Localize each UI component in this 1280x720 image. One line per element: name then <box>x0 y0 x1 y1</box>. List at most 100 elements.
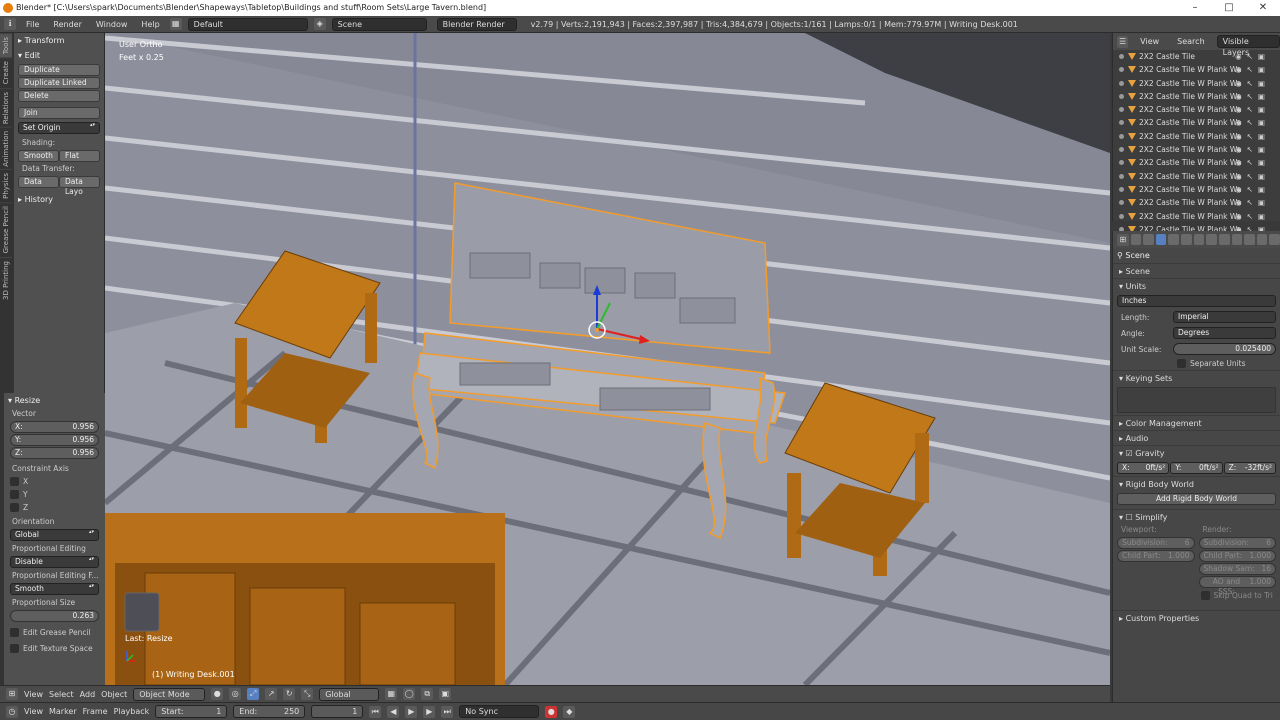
vector-z-field[interactable]: Z: 0.956 <box>10 447 99 459</box>
proportional-falloff-select[interactable]: Smooth <box>10 583 99 595</box>
data-layout-button[interactable]: Data Layo <box>59 176 100 196</box>
gravity-x-field[interactable]: X: 0ft/s² <box>1117 462 1170 474</box>
start-frame-field[interactable]: Start: 1 <box>155 705 228 718</box>
panel-rigid-body[interactable]: ▾ Rigid Body World <box>1113 476 1280 491</box>
proportional-size-field[interactable]: 0.263 <box>10 610 99 622</box>
panel-simplify[interactable]: ▾ ☐ Simplify <box>1113 509 1280 524</box>
panel-edit[interactable]: ▾ Edit <box>14 48 104 63</box>
texture-tab-icon[interactable] <box>1244 234 1255 245</box>
visibility-toggles-icon[interactable]: ◉↖▣ <box>1235 210 1270 223</box>
length-select[interactable]: Imperial <box>1173 311 1276 323</box>
timeline-menu-view[interactable]: View <box>24 707 43 716</box>
editor-type-icon[interactable]: ℹ <box>4 18 16 30</box>
layers-icon[interactable]: ▦ <box>385 688 398 700</box>
render-preview-icon[interactable]: ▣ <box>439 688 452 700</box>
particles-tab-icon[interactable] <box>1256 234 1268 245</box>
menu-object[interactable]: Object <box>101 690 127 699</box>
outliner-item[interactable]: 2X2 Castle Tile W Plank Wa ◉↖▣ <box>1113 143 1280 156</box>
visibility-toggles-icon[interactable]: ◉↖▣ <box>1235 90 1270 103</box>
timeline-menu-marker[interactable]: Marker <box>49 707 77 716</box>
record-icon[interactable]: ● <box>545 705 558 718</box>
panel-custom-properties[interactable]: ▸ Custom Properties <box>1113 610 1280 625</box>
editor-type-timeline-icon[interactable]: ◷ <box>6 705 18 718</box>
edit-texture-space-checkbox[interactable]: Edit Texture Space <box>4 642 105 655</box>
render-subdivision-field[interactable]: Subdivision: 6 <box>1198 537 1276 549</box>
panel-transform[interactable]: ▸ Transform <box>14 33 104 48</box>
transform-orientation-select[interactable]: Global <box>319 687 380 701</box>
render-child-part-field[interactable]: Child Part: 1.000 <box>1198 550 1276 562</box>
editor-type-3d-icon[interactable]: ⊞ <box>6 688 18 700</box>
outliner-search-menu[interactable]: Search <box>1171 37 1210 46</box>
current-frame-field[interactable]: 1 <box>311 705 364 718</box>
scene-field[interactable]: Scene <box>331 17 427 31</box>
outliner-item[interactable]: 2X2 Castle Tile W Plank Wa ◉↖▣ <box>1113 130 1280 143</box>
sync-select[interactable]: No Sync <box>459 705 540 718</box>
data-tab-icon[interactable] <box>1218 234 1230 245</box>
end-frame-field[interactable]: End: 250 <box>233 705 306 718</box>
viewport-scene[interactable] <box>105 33 1110 685</box>
pivot-icon[interactable]: ◎ <box>229 688 242 700</box>
outliner-type-icon[interactable]: ☰ <box>1117 35 1129 48</box>
outliner-view-menu[interactable]: View <box>1134 37 1165 46</box>
render-layers-tab-icon[interactable] <box>1143 234 1154 245</box>
tab-physics[interactable]: Physics <box>0 169 12 203</box>
constraint-x-checkbox[interactable]: X <box>4 475 105 488</box>
duplicate-button[interactable]: Duplicate <box>18 64 100 76</box>
visibility-toggles-icon[interactable]: ◉↖▣ <box>1235 103 1270 116</box>
keying-sets-list[interactable] <box>1117 387 1276 413</box>
visibility-toggles-icon[interactable]: ◉↖▣ <box>1235 170 1270 183</box>
visibility-toggles-icon[interactable]: ◉↖▣ <box>1235 116 1270 129</box>
timeline-menu-playback[interactable]: Playback <box>114 707 150 716</box>
screen-layout-icon[interactable]: ▦ <box>169 18 182 30</box>
delete-button[interactable]: Delete <box>18 90 100 102</box>
outliner-item[interactable]: 2X2 Castle Tile W Plank Wa ◉↖▣ <box>1113 183 1280 196</box>
mode-select[interactable]: Object Mode <box>133 687 206 701</box>
tab-grease-pencil[interactable]: Grease Pencil <box>0 202 12 257</box>
angle-select[interactable]: Degrees <box>1173 327 1276 339</box>
panel-keying-sets[interactable]: ▾ Keying Sets <box>1113 370 1280 385</box>
menu-render[interactable]: Render <box>49 20 85 29</box>
vector-y-field[interactable]: Y: 0.956 <box>10 434 99 446</box>
constraint-y-checkbox[interactable]: Y <box>4 488 105 501</box>
scale-icon[interactable]: ⤡ <box>301 688 314 700</box>
panel-scene[interactable]: ▸ Scene <box>1113 263 1280 278</box>
outliner-item[interactable]: 2X2 Castle Tile W Plank Wa ◉↖▣ <box>1113 210 1280 223</box>
panel-gravity[interactable]: ▾ ☑ Gravity <box>1113 445 1280 460</box>
jump-end-icon[interactable]: ⏭ <box>441 705 454 718</box>
render-engine-select[interactable]: Blender Render <box>436 17 517 31</box>
constraints-tab-icon[interactable] <box>1193 234 1205 245</box>
orientation-select[interactable]: Global <box>10 529 99 541</box>
visibility-toggles-icon[interactable]: ◉↖▣ <box>1235 63 1270 76</box>
translate-icon[interactable]: ↗ <box>265 688 278 700</box>
unit-scale-field[interactable]: 0.025400 <box>1173 343 1276 355</box>
proportional-icon[interactable]: ◯ <box>403 688 416 700</box>
operator-title[interactable]: ▾ Resize <box>4 393 105 408</box>
data-button[interactable]: Data <box>18 176 59 188</box>
close-button[interactable]: ✕ <box>1246 0 1280 16</box>
next-key-icon[interactable]: ▶ <box>423 705 436 718</box>
visibility-toggles-icon[interactable]: ◉↖▣ <box>1235 196 1270 209</box>
gravity-z-field[interactable]: Z: -32ft/s² <box>1223 462 1276 474</box>
menu-window[interactable]: Window <box>92 20 132 29</box>
screen-layout-field[interactable]: Default <box>187 17 308 31</box>
panel-color-management[interactable]: ▸ Color Management <box>1113 415 1280 430</box>
smooth-button[interactable]: Smooth <box>18 150 59 162</box>
rotate-icon[interactable]: ↻ <box>283 688 296 700</box>
3d-viewport[interactable]: User Ortho Feet x 0.25 Last: Resize (1) … <box>105 33 1110 685</box>
constraint-z-checkbox[interactable]: Z <box>4 501 105 514</box>
shadow-samples-field[interactable]: Shadow Sam: 16 <box>1198 563 1276 575</box>
tab-animation[interactable]: Animation <box>0 126 12 170</box>
panel-history[interactable]: ▸ History <box>14 192 104 207</box>
outliner-item[interactable]: 2X2 Castle Tile W Plank Wa ◉↖▣ <box>1113 63 1280 76</box>
snap-icon[interactable]: ⧉ <box>421 688 434 700</box>
visibility-toggles-icon[interactable]: ◉↖▣ <box>1235 77 1270 90</box>
outliner-item[interactable]: 2X2 Castle Tile W Plank Wa ◉↖▣ <box>1113 103 1280 116</box>
vector-x-field[interactable]: X: 0.956 <box>10 421 99 433</box>
outliner-item[interactable]: 2X2 Castle Tile ◉↖▣ <box>1113 50 1280 63</box>
menu-help[interactable]: Help <box>137 20 163 29</box>
world-tab-icon[interactable] <box>1168 234 1180 245</box>
keyframe-icon[interactable]: ◆ <box>563 705 576 718</box>
physics-tab-icon[interactable] <box>1269 234 1280 245</box>
viewport-child-part-field[interactable]: Child Part: 1.000 <box>1117 550 1195 562</box>
tab-create[interactable]: Create <box>0 57 12 88</box>
